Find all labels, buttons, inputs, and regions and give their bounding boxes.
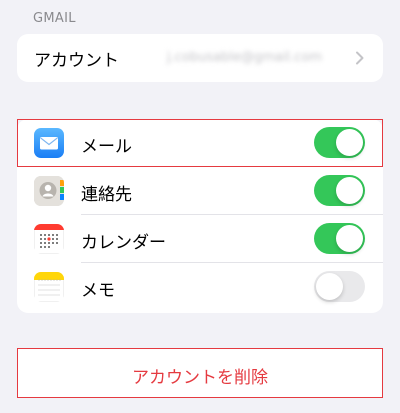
chevron-right-icon	[356, 51, 364, 65]
mail-icon	[34, 128, 64, 158]
delete-account-button[interactable]: アカウントを削除	[17, 348, 383, 398]
app-label: カレンダー	[81, 233, 166, 253]
sync-apps-list: メール 連絡先 カレンダー メモ	[17, 119, 383, 313]
account-row[interactable]: アカウント j.cobusable@gmail.com	[17, 34, 383, 82]
section-header: GMAIL	[33, 11, 76, 26]
account-label: アカウント	[34, 51, 119, 71]
app-label: メモ	[81, 281, 115, 301]
app-row-calendar: カレンダー	[17, 215, 383, 263]
app-row-mail: メール	[17, 119, 383, 167]
app-label: メール	[81, 137, 132, 157]
notes-toggle[interactable]	[314, 271, 365, 302]
contacts-icon	[34, 176, 64, 206]
account-email: j.cobusable@gmail.com	[167, 50, 322, 65]
app-row-contacts: 連絡先	[17, 167, 383, 215]
mail-toggle[interactable]	[314, 127, 365, 158]
app-label: 連絡先	[81, 185, 132, 205]
calendar-toggle[interactable]	[314, 223, 365, 254]
app-row-notes: メモ	[17, 263, 383, 311]
contacts-toggle[interactable]	[314, 175, 365, 206]
calendar-icon	[34, 224, 64, 254]
notes-icon	[34, 272, 64, 302]
delete-account-label: アカウントを削除	[132, 368, 268, 388]
